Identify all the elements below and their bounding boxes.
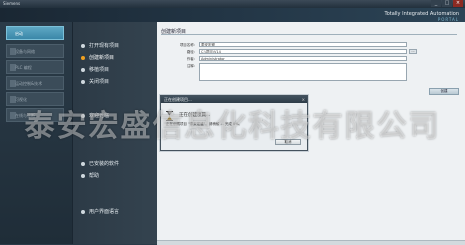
menu-welcome[interactable]: 欢迎光临 (81, 112, 109, 119)
comment-label: 注释: (186, 64, 195, 68)
bullet-icon (81, 43, 85, 48)
nav-motion-label: 运动控制&技术 (15, 81, 43, 86)
project-name-label: 项目名称: (179, 43, 195, 47)
bullet-icon (81, 67, 85, 72)
dialog-progress-text: 正在创建项目 "泰安宏盛"，请稍候 ... 完成 0%。 (166, 122, 243, 126)
author-label: 作者: (186, 57, 195, 61)
close-button[interactable]: × (453, 0, 463, 7)
minimize-button[interactable]: _ (431, 0, 441, 7)
action-menu: 打开现有项目 创建新项目 移植项目 关闭项目 欢迎光临 已安装的软件 帮助 用户… (72, 22, 157, 244)
dialog-titlebar: 正在创建项目... × (161, 96, 307, 103)
menu-create-project-label: 创建新项目 (89, 55, 115, 61)
window-controls: _ □ × (430, 0, 463, 7)
bullet-icon (81, 161, 85, 166)
portal-nav: 启动 设备与网络 PLC 编程 运动控制&技术 可视化 在线与诊断 (0, 22, 72, 244)
maximize-button[interactable]: □ (442, 0, 452, 7)
motion-icon (10, 80, 16, 87)
nav-plc-label: PLC 编程 (15, 65, 32, 70)
nav-devices-label: 设备与网络 (15, 49, 35, 54)
nav-visualization-label: 可视化 (15, 97, 27, 102)
nav-online[interactable]: 在线与诊断 (6, 108, 64, 122)
bullet-icon (81, 79, 85, 84)
visualization-icon (10, 96, 16, 103)
app-title: Siemens (3, 1, 21, 6)
menu-ui-language-label: 用户界面语言 (89, 209, 120, 215)
comment-textarea[interactable] (199, 63, 407, 81)
dialog-message: 正在创建项目... (179, 113, 211, 118)
create-button[interactable]: 创建 (429, 88, 459, 95)
status-bar (157, 240, 465, 245)
menu-help-label: 帮助 (89, 173, 100, 179)
author-input[interactable]: Administrator (199, 56, 407, 61)
bullet-icon (81, 173, 85, 178)
hourglass-icon (166, 111, 173, 121)
bullet-icon (81, 209, 85, 214)
nav-plc[interactable]: PLC 编程 (6, 60, 64, 74)
menu-open-project[interactable]: 打开现有项目 (81, 42, 119, 49)
menu-migrate-project-label: 移植项目 (89, 67, 110, 73)
dialog-cancel-button[interactable]: 取消 (275, 139, 301, 145)
nav-start[interactable]: 启动 (6, 26, 64, 40)
nav-motion[interactable]: 运动控制&技术 (6, 76, 64, 90)
menu-migrate-project[interactable]: 移植项目 (81, 66, 109, 73)
menu-create-project[interactable]: 创建新项目 (81, 54, 114, 61)
nav-online-label: 在线与诊断 (15, 113, 35, 118)
menu-close-project[interactable]: 关闭项目 (81, 78, 109, 85)
browse-button[interactable]: ... (409, 49, 417, 54)
online-icon (10, 112, 16, 119)
branding-banner: Totally Integrated Automation PORTAL (0, 8, 465, 22)
devices-icon (10, 48, 16, 55)
path-label: 路径: (186, 50, 195, 54)
menu-installed-software-label: 已安装的软件 (89, 161, 120, 167)
dialog-close-icon[interactable]: × (302, 96, 305, 103)
path-input[interactable]: C:\项目\V14 (199, 49, 407, 54)
plc-icon (10, 64, 16, 71)
menu-ui-language[interactable]: 用户界面语言 (81, 208, 119, 215)
menu-welcome-label: 欢迎光临 (89, 113, 110, 119)
menu-open-project-label: 打开现有项目 (89, 43, 120, 49)
creating-project-dialog: 正在创建项目... × 正在创建项目... 正在创建项目 "泰安宏盛"，请稍候 … (160, 95, 308, 151)
bullet-icon (81, 113, 85, 118)
section-divider (161, 34, 457, 35)
menu-close-project-label: 关闭项目 (89, 79, 110, 85)
dialog-title: 正在创建项目... (164, 97, 192, 102)
bullet-icon (81, 55, 85, 60)
project-name-input[interactable]: 泰安宏盛 (199, 42, 407, 47)
nav-visualization[interactable]: 可视化 (6, 92, 64, 106)
nav-start-label: 启动 (15, 31, 23, 36)
nav-devices[interactable]: 设备与网络 (6, 44, 64, 58)
menu-help[interactable]: 帮助 (81, 172, 99, 179)
menu-installed-software[interactable]: 已安装的软件 (81, 160, 119, 167)
